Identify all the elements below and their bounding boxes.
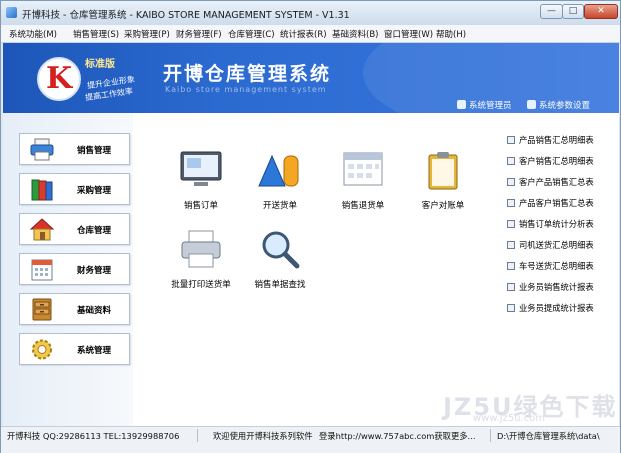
cabinet-icon: [32, 298, 52, 321]
report-link[interactable]: 业务员提成统计报表: [507, 302, 594, 314]
report-link[interactable]: 产品销售汇总明细表: [507, 134, 594, 146]
settings-icon: [527, 100, 536, 109]
books-icon: [31, 179, 53, 201]
menu-window[interactable]: 窗口管理(W): [384, 28, 433, 40]
edition-label: 标准版: [85, 59, 115, 70]
tile-delivery-note[interactable]: 开送货单: [245, 150, 315, 211]
menu-system[interactable]: 系统功能(M): [9, 28, 57, 40]
settings-link[interactable]: 系统参数设置: [527, 99, 590, 111]
status-company: 开博科技 QQ:29286113 TEL:13929988706: [7, 431, 180, 441]
tile-label: 客户对账单: [421, 201, 465, 211]
status-separator: [490, 429, 491, 442]
brand-title: 开博仓库管理系统: [163, 63, 332, 85]
close-button[interactable]: ✕: [584, 4, 618, 19]
minimize-button[interactable]: —: [540, 4, 563, 19]
app-window: 开博科技 - 仓库管理系统 - KAIBO STORE MANAGEMENT S…: [0, 0, 621, 453]
report-icon: [507, 283, 515, 291]
menu-warehouse[interactable]: 仓库管理(C): [228, 28, 275, 40]
status-bar: 开博科技 QQ:29286113 TEL:13929988706 欢迎使用开博科…: [1, 426, 620, 453]
menu-reports[interactable]: 统计报表(R): [280, 28, 327, 40]
report-icon: [507, 157, 515, 165]
report-icon: [507, 220, 515, 228]
app-icon[interactable]: [6, 7, 17, 18]
report-icon: [507, 262, 515, 270]
clipboard-icon: [428, 152, 458, 190]
report-icon: [507, 304, 515, 312]
calendar-icon: [31, 259, 53, 281]
window-title: 开博科技 - 仓库管理系统 - KAIBO STORE MANAGEMENT S…: [22, 10, 350, 21]
admin-link[interactable]: 系统管理员: [457, 99, 512, 111]
menu-help[interactable]: 帮助(H): [436, 28, 466, 40]
status-path: D:\开博仓库管理系统\data\: [497, 431, 600, 441]
tile-sales-order[interactable]: 销售订单: [166, 150, 236, 211]
tile-label: 销售退货单: [341, 201, 385, 211]
printer-icon: [30, 138, 54, 161]
tile-customer-statement[interactable]: 客户对账单: [408, 150, 478, 211]
tile-label: 销售单据查找: [254, 280, 306, 290]
menu-sales[interactable]: 销售管理(S): [73, 28, 119, 40]
report-link[interactable]: 业务员销售统计报表: [507, 281, 594, 293]
report-icon: [507, 199, 515, 207]
watermark-url: www.jz5u.com: [473, 413, 546, 424]
monitor-icon: [180, 151, 222, 186]
menu-bar: 系统功能(M) 销售管理(S) 采购管理(P) 财务管理(F) 仓库管理(C) …: [1, 25, 620, 43]
nav-purchase-management[interactable]: 采购管理: [19, 173, 130, 205]
calendar-grid-icon: [343, 152, 383, 186]
top-links: 系统管理员 系统参数设置: [3, 95, 619, 113]
user-icon: [457, 100, 466, 109]
status-welcome: 欢迎使用开博科技系列软件: [213, 431, 313, 441]
nav-warehouse-management[interactable]: 仓库管理: [19, 213, 130, 245]
tile-label: 销售订单: [183, 201, 218, 211]
report-link[interactable]: 司机送货汇总明细表: [507, 239, 594, 251]
shapes-icon: [258, 154, 299, 187]
brand-subtitle: Kaibo store management system: [165, 85, 327, 94]
status-separator: [197, 429, 198, 442]
magnifier-icon: [262, 231, 300, 269]
tile-sales-search[interactable]: 销售单据查找: [245, 229, 315, 290]
report-link[interactable]: 产品客户销售汇总表: [507, 197, 594, 209]
report-link[interactable]: 客户销售汇总明细表: [507, 155, 594, 167]
menu-finance[interactable]: 财务管理(F): [176, 28, 222, 40]
report-icon: [507, 178, 515, 186]
report-link[interactable]: 客户产品销售汇总表: [507, 176, 594, 188]
nav-basic-data[interactable]: 基础资料: [19, 293, 130, 325]
menu-purchase[interactable]: 采购管理(P): [124, 28, 170, 40]
status-login[interactable]: 登录http://www.757abc.com获取更多...: [319, 430, 475, 442]
nav-sales-management[interactable]: 销售管理: [19, 133, 130, 165]
title-bar: 开博科技 - 仓库管理系统 - KAIBO STORE MANAGEMENT S…: [1, 1, 620, 25]
printer-icon: [181, 230, 221, 268]
main-area: 销售订单 开送货单 销售退货单 客户对账单 批量打印送货单 销售单据查找 产品销…: [133, 113, 619, 426]
report-link[interactable]: 销售订单统计分析表: [507, 218, 594, 230]
house-icon: [30, 218, 54, 241]
nav-finance-management[interactable]: 财务管理: [19, 253, 130, 285]
menu-basic-data[interactable]: 基础资料(B): [332, 28, 378, 40]
report-link[interactable]: 车号送货汇总明细表: [507, 260, 594, 272]
tile-label: 开送货单: [262, 201, 297, 211]
maximize-button[interactable]: □: [562, 4, 584, 19]
tile-batch-print[interactable]: 批量打印送货单: [166, 229, 236, 290]
left-nav: 销售管理 采购管理 仓库管理 财务管理 基础资料 系统管理: [3, 113, 133, 426]
report-icon: [507, 241, 515, 249]
tile-sales-return[interactable]: 销售退货单: [328, 150, 398, 211]
report-icon: [507, 136, 515, 144]
tile-label: 批量打印送货单: [171, 280, 231, 290]
gear-icon: [32, 339, 52, 360]
nav-system-management[interactable]: 系统管理: [19, 333, 130, 365]
